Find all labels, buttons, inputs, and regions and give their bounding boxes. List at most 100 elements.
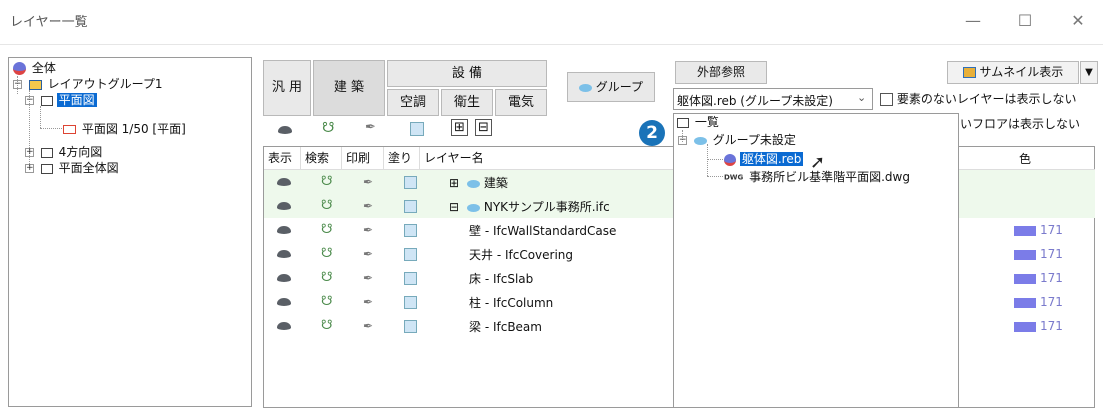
- tree-item-plan-sub[interactable]: 平面図 1/50 [平面]: [63, 121, 188, 137]
- hide-empty-layers-option[interactable]: 要素のないレイヤーは表示しない: [880, 90, 1076, 107]
- print-toggle-icon[interactable]: ✒: [363, 198, 379, 214]
- dropdown-item-reb-file[interactable]: 躯体図.reb: [724, 151, 804, 167]
- maximize-button[interactable]: ☐: [1010, 8, 1040, 34]
- column-print[interactable]: 印刷: [342, 147, 384, 169]
- fill-toggle-icon[interactable]: [404, 296, 417, 309]
- fill-toggle-icon[interactable]: [404, 272, 417, 285]
- layer-group-row[interactable]: ☋ ✒ ⊞ 建築: [264, 170, 674, 194]
- external-file-select[interactable]: 躯体図.reb (グループ未設定) ⌄: [673, 88, 873, 110]
- dropdown-item-list[interactable]: 一覧: [677, 114, 721, 130]
- collapse-icon[interactable]: −: [13, 80, 22, 89]
- print-toggle-icon[interactable]: ✒: [363, 174, 379, 190]
- external-file-dropdown[interactable]: 一覧 − グループ未設定 躯体図.reb DWG 事務所ビル基準階平面図.dwg…: [673, 113, 959, 408]
- eye-icon[interactable]: [276, 246, 292, 262]
- expand-icon[interactable]: +: [25, 164, 34, 173]
- collapse-all-button[interactable]: ⊟: [475, 119, 492, 136]
- category-equipment-button[interactable]: 設 備: [387, 60, 547, 87]
- eye-icon[interactable]: [276, 318, 292, 334]
- color-value: 171: [1040, 295, 1063, 309]
- search-toggle-icon[interactable]: ☋: [321, 198, 337, 214]
- expand-all-button[interactable]: ⊞: [451, 119, 468, 136]
- search-toggle-icon[interactable]: ☋: [321, 222, 337, 238]
- thumbnail-view-button[interactable]: サムネイル表示: [947, 61, 1079, 84]
- category-general-button[interactable]: 汎 用: [263, 60, 311, 116]
- fill-toggle-icon[interactable]: [404, 176, 417, 189]
- sheet-icon: [40, 163, 53, 174]
- layer-row[interactable]: ☋ ✒ 柱 - IfcColumn: [264, 290, 674, 314]
- category-electric-button[interactable]: 電気: [495, 89, 547, 116]
- fill-toggle-icon[interactable]: [404, 224, 417, 237]
- tree-item-plan-all[interactable]: + 平面全体図: [25, 160, 121, 176]
- layer-name-text: 柱 - IfcColumn: [469, 296, 554, 310]
- tree-item-all[interactable]: 全体: [13, 60, 58, 76]
- collapse-icon[interactable]: −: [678, 136, 687, 145]
- dropdown-item-ungrouped[interactable]: − グループ未設定: [678, 132, 798, 148]
- thumbnail-dropdown-button[interactable]: ▼: [1080, 61, 1098, 84]
- layer-row[interactable]: ☋ ✒ 天井 - IfcCovering: [264, 242, 674, 266]
- column-search[interactable]: 検索: [301, 147, 342, 169]
- show-all-icon[interactable]: [277, 122, 293, 138]
- layer-color[interactable]: 171: [1014, 319, 1063, 333]
- eye-icon[interactable]: [276, 198, 292, 214]
- eye-icon[interactable]: [276, 174, 292, 190]
- layer-name-text: 床 - IfcSlab: [469, 272, 534, 286]
- fill-toggle-icon[interactable]: [404, 248, 417, 261]
- color-value: 171: [1040, 223, 1063, 237]
- color-swatch: [1014, 297, 1036, 308]
- tree-item-plan[interactable]: − 平面図: [25, 92, 97, 108]
- fill-toggle-icon[interactable]: [404, 200, 417, 213]
- category-hvac-button[interactable]: 空調: [387, 89, 439, 116]
- tree-item-layout-group[interactable]: − レイアウトグループ1: [13, 76, 165, 92]
- layer-color[interactable]: 171: [1014, 295, 1063, 309]
- search-toggle-icon[interactable]: ☋: [321, 318, 337, 334]
- layout-tree[interactable]: 全体 − レイアウトグループ1 − 平面図 平面図 1/50 [平面] + 4方…: [8, 57, 252, 407]
- fill-toggle-icon[interactable]: [404, 320, 417, 333]
- print-toggle-icon[interactable]: ✒: [363, 246, 379, 262]
- layer-list[interactable]: 表示 検索 印刷 塗り レイヤー名 ☋ ✒ ⊞ 建築 ☋ ✒ ⊟ NYKサンプル事務所.i…: [263, 146, 674, 408]
- close-button[interactable]: ✕: [1063, 8, 1093, 34]
- expand-icon[interactable]: +: [25, 148, 34, 157]
- print-toggle-icon[interactable]: ✒: [363, 318, 379, 334]
- layer-group-row[interactable]: ☋ ✒ ⊟ NYKサンプル事務所.ifc: [264, 194, 674, 218]
- layer-color[interactable]: 171: [1014, 271, 1063, 285]
- column-layer-name[interactable]: レイヤー名: [420, 147, 674, 169]
- collapse-icon[interactable]: −: [25, 96, 34, 105]
- column-color[interactable]: 色: [1019, 150, 1031, 167]
- column-show[interactable]: 表示: [264, 147, 301, 169]
- layer-color[interactable]: 171: [1014, 223, 1063, 237]
- external-reference-button[interactable]: 外部参照: [675, 61, 767, 84]
- category-sanitary-button[interactable]: 衛生: [441, 89, 493, 116]
- print-toggle-icon[interactable]: ✒: [363, 270, 379, 286]
- category-building-button[interactable]: 建 築: [313, 60, 385, 116]
- chevron-down-icon[interactable]: ⌄: [857, 91, 866, 104]
- expand-icon[interactable]: ⊞: [449, 176, 463, 190]
- collapse-icon[interactable]: ⊟: [449, 200, 463, 214]
- layer-name: 床 - IfcSlab: [469, 270, 533, 287]
- tree-item-four-dir[interactable]: + 4方向図: [25, 144, 104, 160]
- hide-empty-layers-checkbox[interactable]: [880, 93, 893, 106]
- print-all-icon[interactable]: ✒: [365, 120, 376, 135]
- layer-color[interactable]: 171: [1014, 247, 1063, 261]
- group-icon: [578, 83, 592, 92]
- eye-icon[interactable]: [276, 294, 292, 310]
- search-toggle-icon[interactable]: ☋: [321, 294, 337, 310]
- print-toggle-icon[interactable]: ✒: [363, 222, 379, 238]
- title-bar: [0, 0, 1103, 44]
- group-button[interactable]: グループ: [567, 72, 655, 102]
- search-toggle-icon[interactable]: ☋: [321, 270, 337, 286]
- print-toggle-icon[interactable]: ✒: [363, 294, 379, 310]
- eye-icon[interactable]: [276, 222, 292, 238]
- search-all-icon[interactable]: ☋: [322, 120, 334, 136]
- eye-icon[interactable]: [276, 270, 292, 286]
- group-icon: [466, 179, 480, 188]
- layer-row[interactable]: ☋ ✒ 梁 - IfcBeam: [264, 314, 674, 338]
- group-icon: [466, 203, 480, 212]
- layer-row[interactable]: ☋ ✒ 床 - IfcSlab: [264, 266, 674, 290]
- fill-all-icon[interactable]: [410, 122, 424, 136]
- search-toggle-icon[interactable]: ☋: [321, 246, 337, 262]
- search-toggle-icon[interactable]: ☋: [321, 174, 337, 190]
- layer-row[interactable]: ☋ ✒ 壁 - IfcWallStandardCase: [264, 218, 674, 242]
- column-fill[interactable]: 塗り: [384, 147, 420, 169]
- layer-name-text: 建築: [483, 176, 508, 190]
- minimize-button[interactable]: —: [958, 8, 988, 34]
